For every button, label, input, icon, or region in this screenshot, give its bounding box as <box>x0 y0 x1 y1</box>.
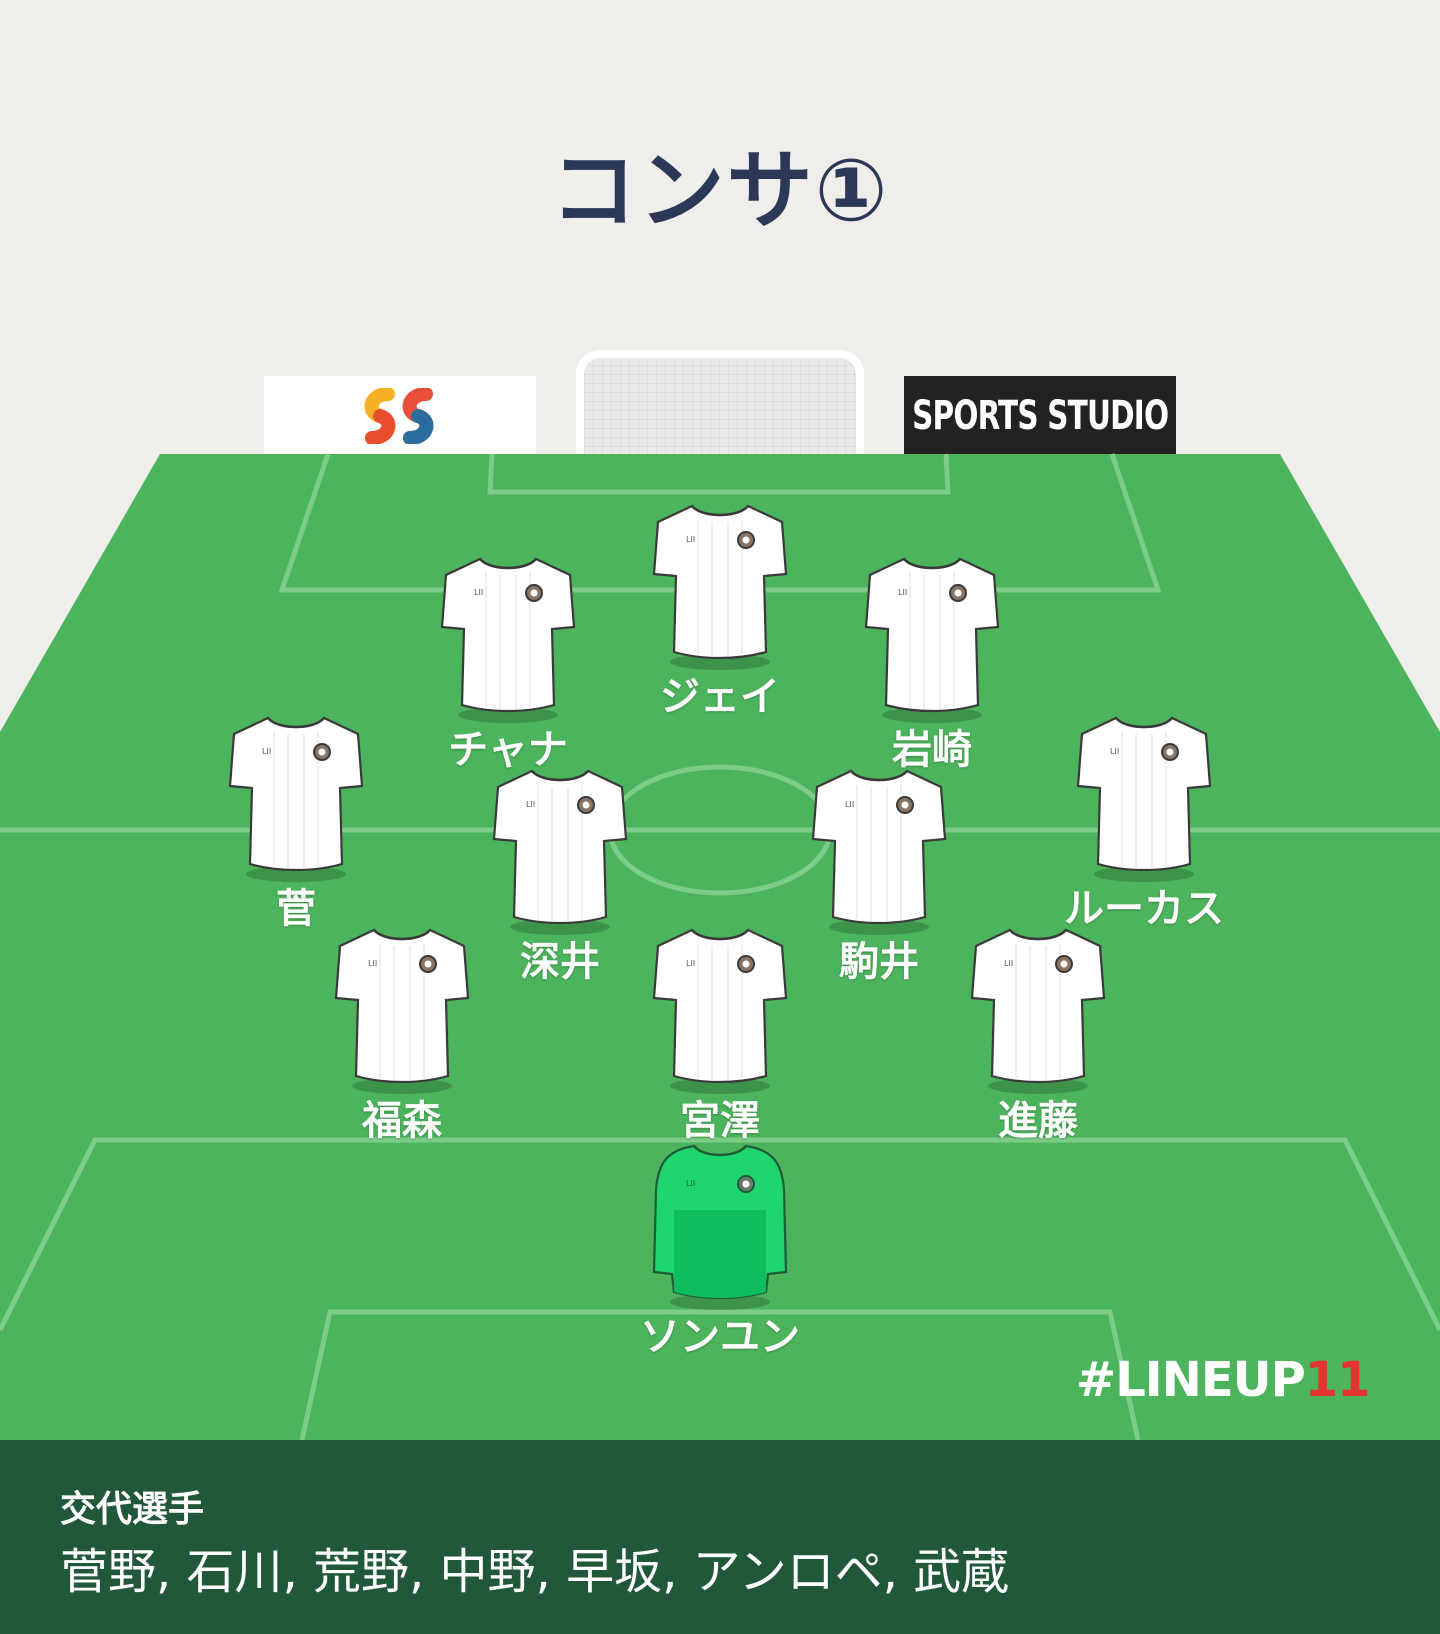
player-name: ジェイ <box>660 674 780 720</box>
outfield-shirt-icon: LII <box>652 504 788 670</box>
player-name: 駒井 <box>839 939 919 985</box>
svg-text:LII: LII <box>1110 747 1119 756</box>
svg-text:LII: LII <box>1004 959 1013 968</box>
svg-text:LII: LII <box>686 1179 695 1188</box>
player-miyazawa[interactable]: LII 宮澤 <box>630 924 810 1146</box>
svg-text:LII: LII <box>686 959 695 968</box>
outfield-shirt-icon: LII <box>811 769 947 935</box>
svg-text:LII: LII <box>262 747 271 756</box>
outfield-shirt-icon: LII <box>228 716 364 882</box>
player-name: 進藤 <box>998 1098 1078 1144</box>
player-name: ソンユン <box>640 1314 800 1360</box>
svg-text:LII: LII <box>898 588 907 597</box>
player-chanathip[interactable]: LII チャナ <box>418 553 598 775</box>
substitutes-list: 菅野, 石川, 荒野, 中野, 早坂, アンロペ, 武蔵 <box>60 1544 1010 1600</box>
player-name: 宮澤 <box>680 1098 760 1144</box>
outfield-shirt-icon: LII <box>970 928 1106 1094</box>
player-name: 福森 <box>362 1098 442 1144</box>
svg-text:LII: LII <box>368 959 377 968</box>
goalkeeper-shirt-icon: LII <box>652 1144 788 1310</box>
substitutes-title: 交代選手 <box>60 1489 205 1530</box>
player-fukai[interactable]: LII 深井 <box>470 765 650 987</box>
outfield-shirt-icon: LII <box>864 557 1000 723</box>
player-jay[interactable]: LII ジェイ <box>630 500 810 722</box>
svg-text:LII: LII <box>474 588 483 597</box>
svg-text:LII: LII <box>526 800 535 809</box>
player-iwasaki[interactable]: LII 岩崎 <box>842 553 1022 775</box>
player-name: 深井 <box>520 939 600 985</box>
player-fukumori[interactable]: LII 福森 <box>312 924 492 1146</box>
outfield-shirt-icon: LII <box>1076 716 1212 882</box>
player-suga[interactable]: LII 菅 <box>206 712 386 934</box>
outfield-shirt-icon: LII <box>652 928 788 1094</box>
svg-text:LII: LII <box>845 800 854 809</box>
brand-main: #LINEUP <box>1076 1352 1306 1408</box>
outfield-shirt-icon: LII <box>334 928 470 1094</box>
svg-text:LII: LII <box>686 535 695 544</box>
player-sung-ryong[interactable]: LII ソンユン <box>630 1140 810 1362</box>
substitutes-panel: 交代選手 菅野, 石川, 荒野, 中野, 早坂, アンロペ, 武蔵 <box>0 1440 1440 1634</box>
brand-number: 11 <box>1304 1352 1371 1408</box>
player-lucas[interactable]: LII ルーカス <box>1054 712 1234 934</box>
outfield-shirt-icon: LII <box>492 769 628 935</box>
lineup11-brand: #LINEUP11 <box>1076 1352 1371 1408</box>
outfield-shirt-icon: LII <box>440 557 576 723</box>
player-shindo[interactable]: LII 進藤 <box>948 924 1128 1146</box>
player-komai[interactable]: LII 駒井 <box>789 765 969 987</box>
